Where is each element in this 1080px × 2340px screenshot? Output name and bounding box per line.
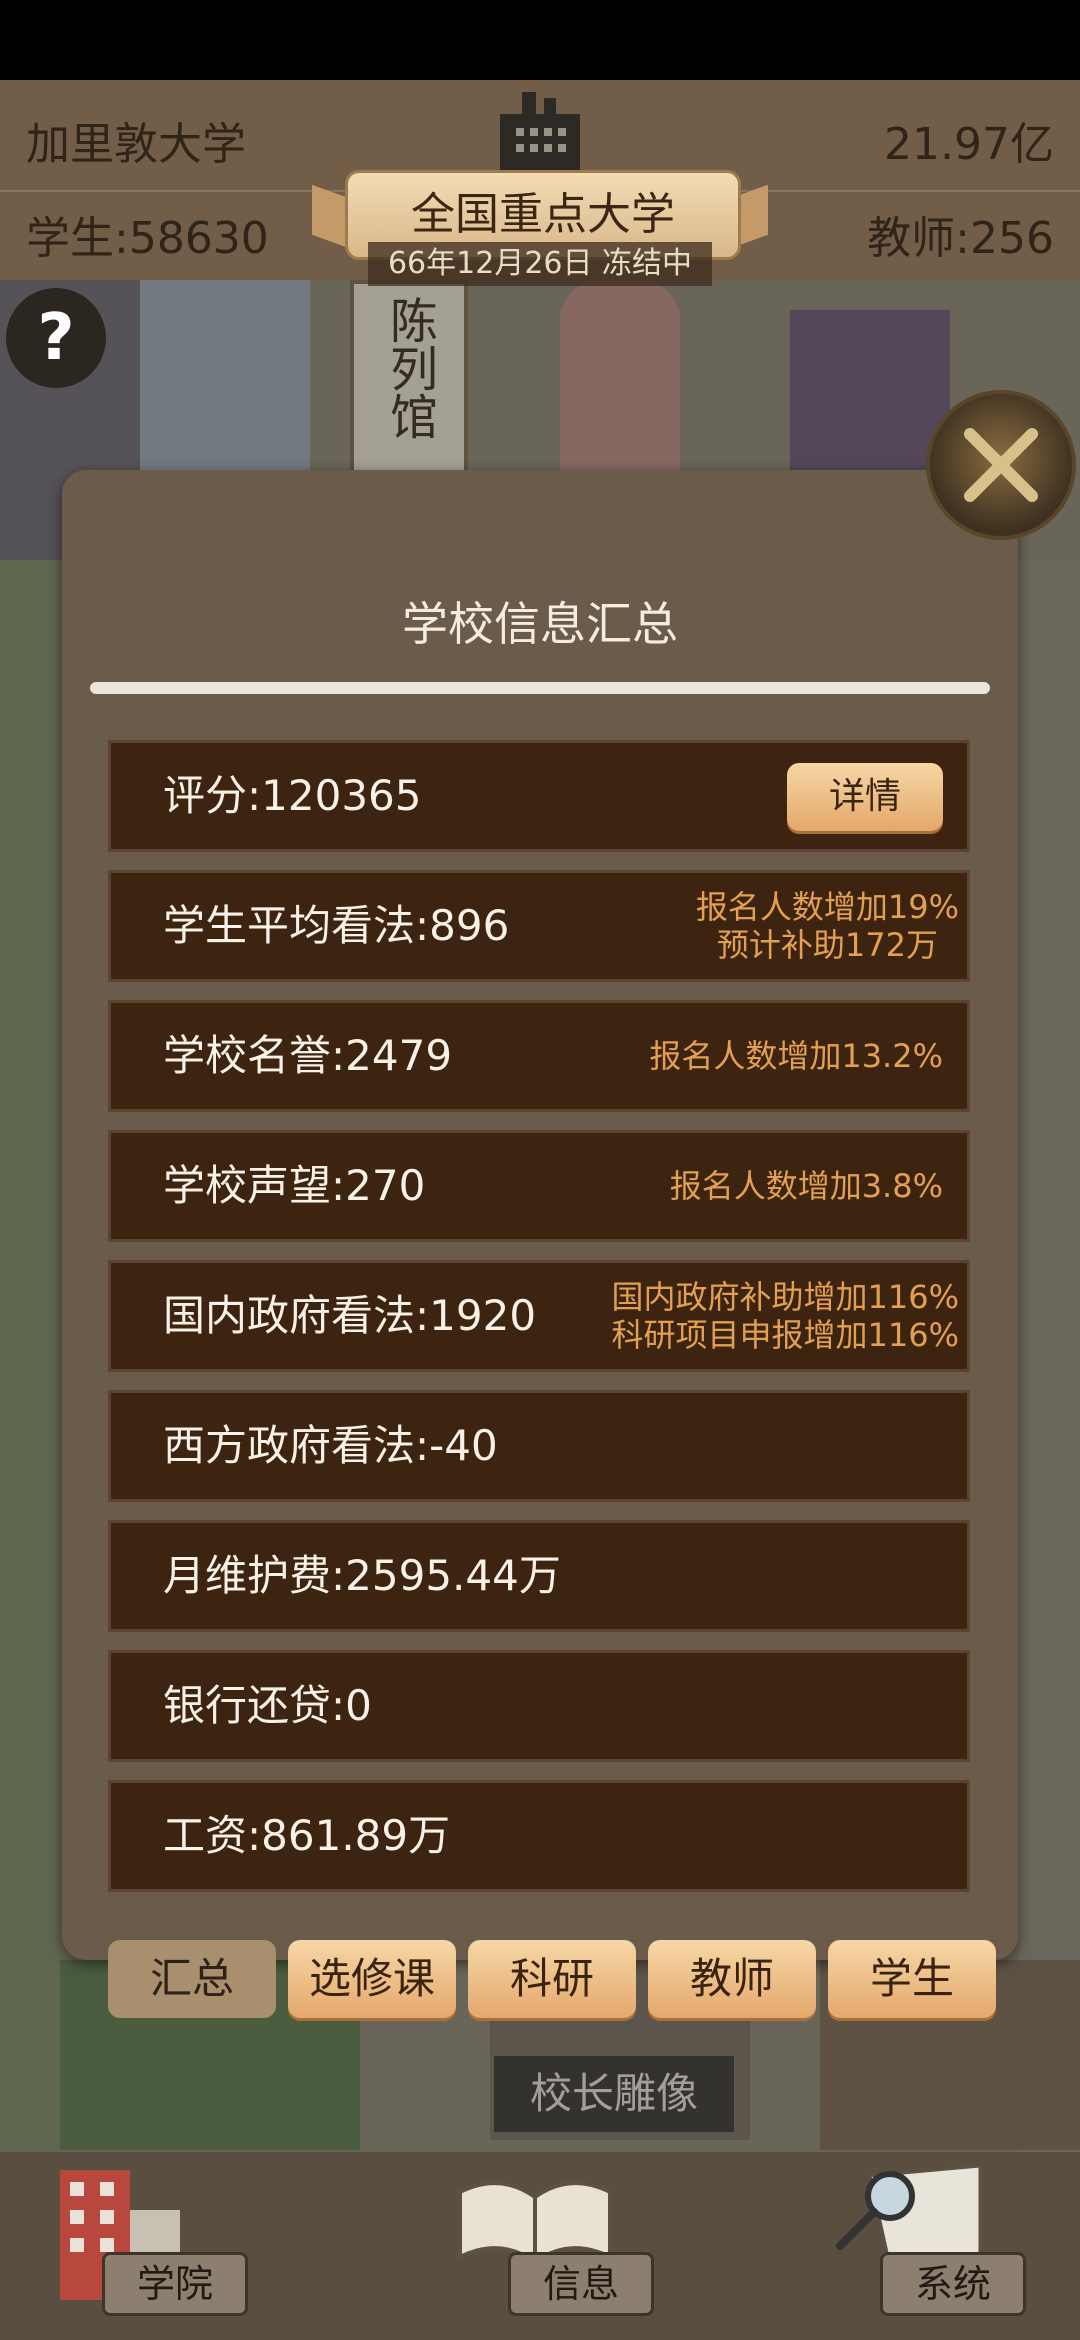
student-opinion-label: 学生平均看法:896 [163,901,510,950]
nav-system-label: 系统 [880,2252,1026,2316]
loan-label: 银行还贷:0 [163,1681,372,1730]
tab-summary[interactable]: 汇总 [108,1940,276,2018]
row-western-gov: 西方政府看法:-40 [108,1390,970,1502]
tab-teachers[interactable]: 教师 [648,1940,816,2018]
game-screen: 陈列馆 校长雕像 加里敦大学 21.97亿 学生:58630 教师:256 全国… [0,80,1080,2340]
school-info-dialog: 学校信息汇总 评分:120365 详情 学生平均看法:896 报名人数增加19%… [62,470,1018,2018]
tab-electives[interactable]: 选修课 [288,1940,456,2018]
nav-college-label: 学院 [102,2252,248,2316]
bottom-nav: 学院 信息 系统 [0,2152,1080,2340]
tab-research[interactable]: 科研 [468,1940,636,2018]
nav-college[interactable]: 学院 [40,2152,340,2340]
note-line: 预计补助172万 [716,926,938,964]
info-rows: 评分:120365 详情 学生平均看法:896 报名人数增加19% 预计补助17… [108,740,974,1910]
note-line: 科研项目申报增加116% [611,1316,960,1354]
row-domestic-gov: 国内政府看法:1920 国内政府补助增加116% 科研项目申报增加116% [108,1260,970,1372]
school-building-icon [500,92,580,172]
dialog-divider [90,682,990,694]
note-line: 报名人数增加3.8% [669,1167,943,1205]
row-score: 评分:120365 详情 [108,740,970,852]
status-bar [0,0,1080,80]
prestige-label: 学校声望:270 [163,1161,426,1210]
student-count: 学生:58630 [26,213,269,264]
nav-info[interactable]: 信息 [390,2152,690,2340]
school-name: 加里敦大学 [26,119,246,170]
reputation-label: 学校名誉:2479 [163,1031,453,1080]
salary-label: 工资:861.89万 [163,1811,451,1860]
row-loan: 银行还贷:0 [108,1650,970,1762]
teacher-count: 教师:256 [867,213,1054,264]
note-line: 报名人数增加19% [695,888,959,926]
money-display: 21.97亿 [884,119,1054,170]
tab-students[interactable]: 学生 [828,1940,996,2018]
note-line: 报名人数增加13.2% [649,1037,943,1075]
row-reputation: 学校名誉:2479 报名人数增加13.2% [108,1000,970,1112]
row-salary: 工资:861.89万 [108,1780,970,1892]
close-button[interactable] [926,390,1076,540]
dialog-title: 学校信息汇总 [402,597,678,651]
western-gov-label: 西方政府看法:-40 [163,1421,498,1470]
domestic-gov-notes: 国内政府补助增加116% 科研项目申报增加116% [612,1263,960,1369]
domestic-gov-label: 国内政府看法:1920 [163,1291,537,1340]
student-opinion-notes: 报名人数增加19% 预计补助172万 [696,873,959,979]
nav-system[interactable]: 系统 [750,2152,1050,2340]
prestige-note: 报名人数增加3.8% [670,1133,943,1239]
row-prestige: 学校声望:270 报名人数增加3.8% [108,1130,970,1242]
row-student-opinion: 学生平均看法:896 报名人数增加19% 预计补助172万 [108,870,970,982]
game-date-status: 66年12月26日 冻结中 [368,242,712,286]
question-icon: ? [37,301,75,375]
score-label: 评分:120365 [163,771,422,820]
row-maintenance: 月维护费:2595.44万 [108,1520,970,1632]
note-line: 国内政府补助增加116% [611,1278,960,1316]
close-x-icon [964,428,1038,502]
nav-info-label: 信息 [508,2252,654,2316]
maintenance-label: 月维护费:2595.44万 [163,1551,561,1600]
detail-button[interactable]: 详情 [787,763,943,831]
help-button[interactable]: ? [6,288,106,388]
reputation-note: 报名人数增加13.2% [649,1003,943,1109]
